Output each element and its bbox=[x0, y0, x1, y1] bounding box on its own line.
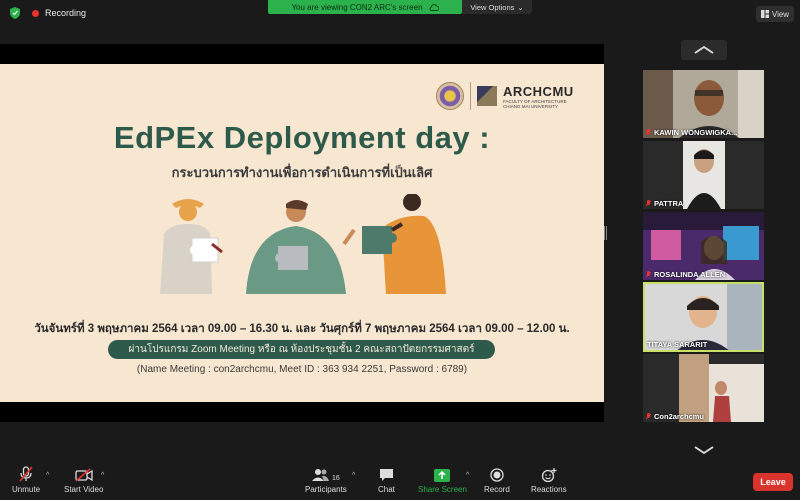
participant-name-tag: TITAYA SARARIT bbox=[647, 340, 707, 349]
participants-label: Participants bbox=[305, 485, 347, 494]
recording-dot-icon bbox=[32, 9, 39, 17]
participant-name: KAWIN WONGWIGKA... bbox=[654, 128, 738, 137]
event-dates: วันจันทร์ที่ 3 พฤษภาคม 2564 เวลา 09.00 –… bbox=[34, 323, 570, 335]
logo-divider bbox=[470, 82, 471, 110]
slide-subtitle: กระบวนการทำงานเพื่อการดำเนินการที่เป็นเล… bbox=[171, 165, 433, 180]
participants-icon bbox=[312, 469, 329, 481]
record-icon bbox=[490, 468, 504, 482]
participant-tile-active-speaker[interactable]: TITAYA SARARIT bbox=[643, 282, 764, 352]
participant-tile[interactable]: ROSALINDA ALLEN bbox=[643, 212, 764, 280]
shared-screen-area: ARCHCMU FACULTY OF ARCHITECTURE CHIANG M… bbox=[0, 44, 604, 422]
start-video-button[interactable]: Start Video bbox=[64, 466, 103, 494]
participant-tile[interactable]: Con2archcmu bbox=[643, 354, 764, 422]
panel-resize-handle[interactable] bbox=[604, 226, 607, 240]
unmute-button[interactable]: Unmute bbox=[12, 466, 40, 494]
view-options-label: View Options bbox=[470, 2, 515, 12]
share-banner-text: You are viewing CON2 ARC's screen bbox=[291, 2, 423, 12]
record-button[interactable]: Record bbox=[484, 466, 510, 494]
shield-icon[interactable] bbox=[10, 7, 20, 19]
view-button-label: View bbox=[771, 9, 790, 19]
reactions-label: Reactions bbox=[531, 485, 567, 494]
participant-name: Con2archcmu bbox=[654, 412, 705, 421]
participant-name: ROSALINDA ALLEN bbox=[654, 270, 726, 279]
arch-name: ARCHCMU bbox=[503, 83, 574, 99]
video-off-icon bbox=[75, 468, 93, 482]
view-options-button[interactable]: View Options ⌄ bbox=[462, 0, 532, 14]
top-bar: Recording You are viewing CON2 ARC's scr… bbox=[0, 0, 800, 28]
participant-name: PATTRA bbox=[654, 199, 684, 208]
venue-text: ผ่านโปรแกรม Zoom Meeting หรือ ณ ห้องประช… bbox=[128, 344, 475, 355]
arch-sub-2: CHIANG MAI UNIVERSITY bbox=[503, 103, 559, 109]
meeting-info: (Name Meeting : con2archcmu, Meet ID : 3… bbox=[136, 364, 468, 375]
share-screen-button[interactable]: Share Screen bbox=[418, 466, 467, 494]
chevron-up-icon bbox=[694, 46, 714, 54]
share-screen-icon bbox=[434, 469, 451, 482]
mic-muted-icon bbox=[645, 128, 651, 137]
gallery-scroll-down-button[interactable] bbox=[681, 440, 727, 460]
venue-pill: ผ่านโปรแกรม Zoom Meeting หรือ ณ ห้องประช… bbox=[108, 340, 495, 359]
participant-name: TITAYA SARARIT bbox=[647, 340, 708, 349]
participant-tile[interactable]: PATTRA bbox=[643, 141, 764, 209]
view-button[interactable]: View bbox=[756, 6, 794, 22]
participant-name-tag: Con2archcmu bbox=[645, 412, 704, 421]
meeting-toolbar: Unmute ^ Start Video ^ 16 Participants ^… bbox=[0, 462, 800, 500]
participant-name-tag: PATTRA bbox=[645, 199, 683, 208]
chat-icon bbox=[379, 469, 393, 481]
unmute-label: Unmute bbox=[12, 485, 41, 494]
participants-count: 16 bbox=[332, 475, 340, 482]
participants-options-caret-icon[interactable]: ^ bbox=[352, 472, 355, 479]
gallery-scroll-up-button[interactable] bbox=[681, 40, 727, 60]
chevron-down-icon: ⌄ bbox=[517, 2, 524, 12]
chat-label: Chat bbox=[378, 485, 395, 494]
audio-options-caret-icon[interactable]: ^ bbox=[46, 472, 49, 479]
mic-off-icon bbox=[19, 466, 33, 482]
chat-button[interactable]: Chat bbox=[378, 466, 395, 494]
mic-muted-icon bbox=[645, 199, 651, 208]
logo-group: ARCHCMU FACULTY OF ARCHITECTURE CHIANG M… bbox=[436, 82, 574, 110]
start-video-label: Start Video bbox=[64, 485, 104, 494]
screen-share-banner: You are viewing CON2 ARC's screen bbox=[268, 0, 462, 14]
share-options-caret-icon[interactable]: ^ bbox=[466, 472, 469, 479]
participant-tile[interactable]: KAWIN WONGWIGKA... bbox=[643, 70, 764, 138]
presentation-slide: ARCHCMU FACULTY OF ARCHITECTURE CHIANG M… bbox=[0, 64, 604, 402]
grid-view-icon bbox=[760, 10, 769, 18]
mic-muted-icon bbox=[645, 270, 651, 279]
slide-title: EdPEx Deployment day : bbox=[113, 120, 491, 155]
arch-logo-mark bbox=[477, 86, 497, 106]
participants-button[interactable]: 16 Participants bbox=[305, 466, 347, 494]
reactions-icon bbox=[541, 468, 557, 482]
reactions-button[interactable]: Reactions bbox=[531, 466, 567, 494]
mic-muted-icon bbox=[645, 412, 651, 421]
puzzle-people-illustration bbox=[160, 194, 446, 294]
recording-label: Recording bbox=[45, 8, 87, 18]
university-seal-logo bbox=[436, 82, 464, 110]
video-options-caret-icon[interactable]: ^ bbox=[101, 472, 104, 479]
leave-label: Leave bbox=[760, 477, 786, 487]
cloud-icon bbox=[429, 3, 439, 11]
chevron-down-icon bbox=[694, 446, 714, 454]
participant-name-tag: ROSALINDA ALLEN bbox=[645, 270, 725, 279]
arch-logo-text: ARCHCMU FACULTY OF ARCHITECTURE CHIANG M… bbox=[503, 84, 574, 109]
recording-indicator: Recording bbox=[10, 7, 86, 19]
zoom-meeting-window: Recording You are viewing CON2 ARC's scr… bbox=[0, 0, 800, 500]
share-screen-label: Share Screen bbox=[418, 485, 467, 494]
participant-name-tag: KAWIN WONGWIGKA... bbox=[645, 128, 737, 137]
record-label: Record bbox=[484, 485, 510, 494]
leave-button[interactable]: Leave bbox=[753, 473, 793, 491]
